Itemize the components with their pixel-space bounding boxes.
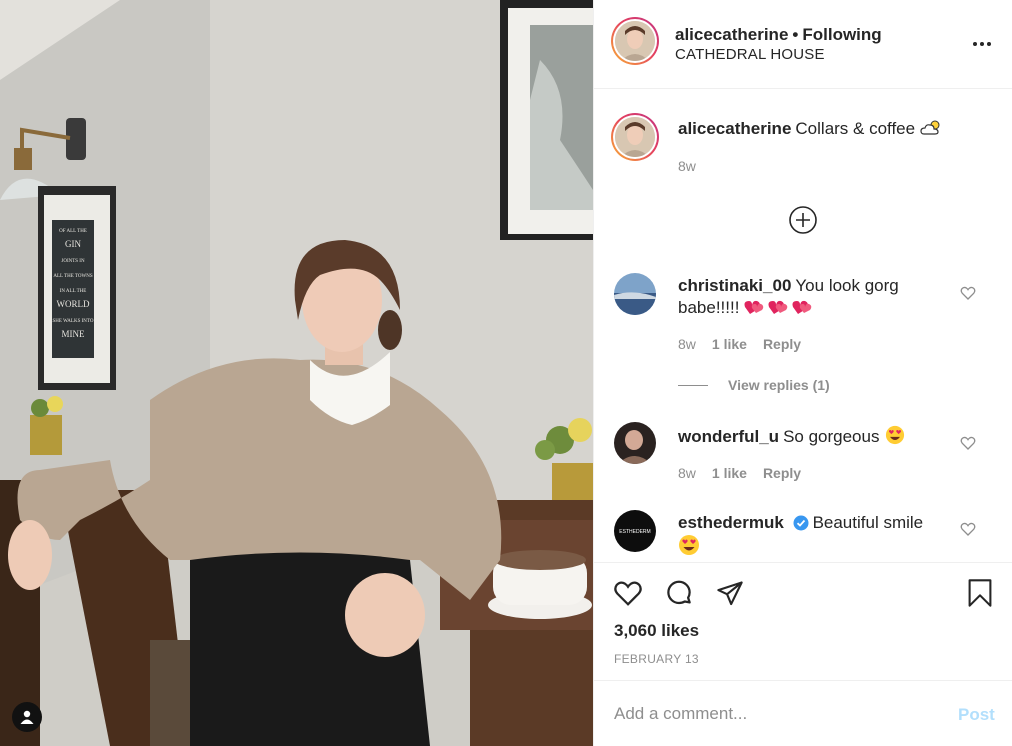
sign-text-line: SHE WALKS INTO <box>53 319 94 324</box>
comment-item: wonderful_u So gorgeous <box>678 425 958 448</box>
post-image: OF ALL THE GIN JOINTS IN ALL THE TOWNS IN AL… <box>0 0 593 746</box>
comment-text: So gorgeous <box>783 427 880 446</box>
more-icon <box>973 42 991 46</box>
sign-text-line: GIN <box>65 239 81 249</box>
user-tag-button[interactable] <box>12 702 42 732</box>
header-separator: • <box>792 25 799 44</box>
like-comment-heart-icon[interactable] <box>960 521 976 537</box>
comment-text: Beautiful smile <box>812 513 924 532</box>
post-actions: 3,060 likes FEBRUARY 13 <box>594 562 1012 680</box>
replies-divider <box>678 384 708 386</box>
reply-button[interactable]: Reply <box>763 465 801 481</box>
verified-badge-icon <box>793 515 809 531</box>
header-username[interactable]: alicecatherine <box>675 25 788 44</box>
comment-avatar-wonderful[interactable] <box>614 422 656 464</box>
avatar-image <box>615 21 655 61</box>
more-options-button[interactable] <box>970 36 994 52</box>
comments-list[interactable]: alicecatherine Collars & coffee 8w christ… <box>594 90 1012 562</box>
avatar-image <box>614 422 656 464</box>
comment-age: 8w <box>678 465 696 481</box>
reply-button[interactable]: Reply <box>763 336 801 352</box>
sign-text-line: JOINTS IN <box>61 259 85 264</box>
comment-age: 8w <box>678 336 696 352</box>
comment-item: christinaki_00 You look gorg babe!!!!! <box>678 275 958 319</box>
view-replies-button[interactable]: View replies (1) <box>678 377 830 393</box>
header-avatar[interactable] <box>611 17 659 65</box>
post-header: alicecatherine • Following CATHEDRAL HOUSE <box>594 0 1012 89</box>
post-side-panel: alicecatherine • Following CATHEDRAL HOUSE… <box>593 0 1012 746</box>
comment-likes-link[interactable]: 1 like <box>712 465 747 481</box>
add-comment-bar: Post <box>594 680 1012 746</box>
bookmark-icon <box>968 579 992 607</box>
heart-eyes-emoji <box>679 535 699 555</box>
esthederm-logo-text: ESTHEDERM <box>619 529 650 535</box>
sign-text-line: IN ALL THE <box>60 289 87 294</box>
like-comment-heart-icon[interactable] <box>960 435 976 451</box>
sign-text-line: MINE <box>62 329 85 339</box>
like-comment-heart-icon[interactable] <box>960 285 976 301</box>
avatar-image <box>615 117 655 157</box>
sign-text-line: OF ALL THE <box>59 229 87 234</box>
follow-status-button[interactable]: Following <box>802 25 881 44</box>
comment-avatar-esthederm[interactable]: ESTHEDERM <box>614 510 656 552</box>
two-hearts-emoji <box>744 300 812 314</box>
caption-avatar[interactable] <box>611 113 659 161</box>
post-date: FEBRUARY 13 <box>614 652 699 666</box>
cloud-sun-emoji <box>920 120 940 135</box>
like-button[interactable] <box>612 577 644 609</box>
likes-count[interactable]: 3,060 likes <box>614 621 699 641</box>
heart-eyes-emoji <box>886 425 905 445</box>
sign-text-line: ALL THE TOWNS <box>53 274 92 279</box>
comment-username[interactable]: christinaki_00 <box>678 276 791 295</box>
comment-username[interactable]: wonderful_u <box>678 427 779 446</box>
comment-input[interactable] <box>614 699 924 729</box>
caption-username[interactable]: alicecatherine <box>678 119 791 138</box>
comment-username[interactable]: esthedermuk <box>678 513 784 532</box>
save-button[interactable] <box>964 577 996 609</box>
sign-text-line: WORLD <box>57 299 90 309</box>
comment-button[interactable] <box>663 577 695 609</box>
user-tag-icon <box>20 710 34 724</box>
post-comment-button[interactable]: Post <box>958 705 995 725</box>
caption-text: Collars & coffee <box>795 119 916 138</box>
post-photo[interactable]: OF ALL THE GIN JOINTS IN ALL THE TOWNS IN AL… <box>0 0 593 746</box>
caption-age: 8w <box>678 158 696 174</box>
comment-icon <box>667 580 691 605</box>
share-button[interactable] <box>714 577 746 609</box>
heart-icon <box>614 581 642 606</box>
comment-likes-link[interactable]: 1 like <box>712 336 747 352</box>
comment-item: esthedermuk Beautiful smile <box>678 512 958 559</box>
share-icon <box>717 581 743 606</box>
comment-avatar-christinaki[interactable] <box>614 273 656 315</box>
location-link[interactable]: CATHEDRAL HOUSE <box>675 46 825 63</box>
avatar-image: ESTHEDERM <box>614 510 656 552</box>
view-replies-label: View replies (1) <box>728 377 830 393</box>
add-circle-icon[interactable] <box>788 205 818 235</box>
caption: alicecatherine Collars & coffee <box>678 118 958 140</box>
avatar-image <box>614 273 656 315</box>
